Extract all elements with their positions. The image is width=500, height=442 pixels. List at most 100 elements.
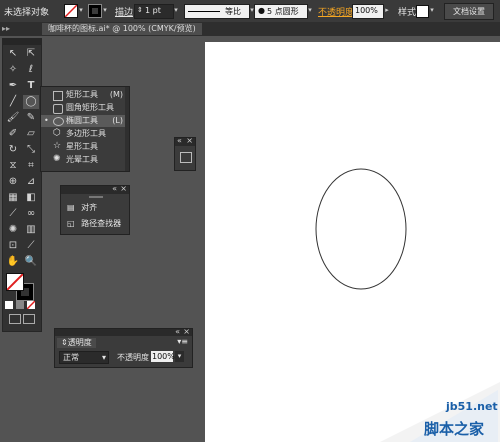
expand-icon[interactable]: « [177, 136, 182, 145]
opacity-field[interactable]: 100% [352, 4, 384, 19]
opacity-label: 不透明度 [117, 353, 149, 362]
screen-mode-icon[interactable] [23, 314, 35, 324]
collapse-icon[interactable]: « [175, 327, 180, 336]
shape-builder-tool-icon[interactable]: ⊕ [5, 175, 21, 189]
zoom-tool-icon[interactable]: 🔍 [23, 255, 39, 269]
width-tool-icon[interactable]: ⧖ [5, 159, 21, 173]
color-mode-button[interactable] [5, 301, 13, 309]
transparency-panel: « × ⇕透明度 ▾≡ 正常 ▾ 不透明度 100% ▾ [54, 327, 193, 368]
rectangle-icon [53, 91, 63, 101]
symbol-sprayer-tool-icon[interactable]: ✺ [5, 223, 21, 237]
transparency-panel-header[interactable]: « × [55, 327, 192, 336]
align-panel-item[interactable]: ▤ 对齐 [67, 202, 127, 214]
hand-tool-icon[interactable]: ✋ [5, 255, 21, 269]
stroke-swatch[interactable] [88, 4, 102, 18]
selection-tool-icon[interactable]: ↖ [5, 47, 21, 61]
magic-wand-tool-icon[interactable]: ✧ [5, 63, 21, 77]
tools-panel-header[interactable] [3, 39, 41, 45]
flyout-item-label: 椭圆工具 [66, 116, 98, 125]
watermark-url: jb51.net [446, 400, 498, 413]
paintbrush-tool-icon[interactable]: 🖌 [5, 111, 21, 125]
pencil-tool-icon[interactable]: ✎ [23, 111, 39, 125]
transparency-title: 透明度 [67, 338, 92, 347]
mesh-tool-icon[interactable]: ▦ [5, 191, 21, 205]
panel-collapse-icon[interactable]: ▸▸ [2, 24, 10, 33]
flyout-item-flare[interactable]: ✺ 光晕工具 [41, 154, 129, 166]
document-tab[interactable]: 咖啡杯的图标.ai* @ 100% (CMYK/预览) [42, 23, 202, 35]
close-icon[interactable]: × [120, 184, 127, 193]
slice-tool-icon[interactable]: ⟋ [23, 239, 39, 253]
panel-menu-icon[interactable]: ▾≡ [177, 337, 188, 346]
swatches-panel-icon[interactable] [180, 152, 192, 163]
type-tool-icon[interactable]: T [23, 79, 39, 93]
collapsed-panel-dock: « × [174, 136, 196, 171]
blend-tool-icon[interactable]: ∞ [23, 207, 39, 221]
flyout-item-rectangle[interactable]: 矩形工具 (M) [41, 89, 129, 101]
stroke-weight-dropdown-icon[interactable]: ▾ [172, 4, 180, 17]
ellipse-tool-icon[interactable]: ◯ [23, 95, 39, 109]
collapse-icon[interactable]: « [112, 184, 117, 193]
close-icon[interactable]: × [183, 327, 190, 336]
stroke-profile-select[interactable]: 等比 [184, 4, 250, 19]
panel-grip[interactable] [89, 196, 103, 198]
opacity-value: 100% [355, 6, 378, 15]
blob-brush-tool-icon[interactable]: ✐ [5, 127, 21, 141]
scale-tool-icon[interactable]: ⤡ [23, 143, 39, 157]
column-graph-tool-icon[interactable]: ▥ [23, 223, 39, 237]
eyedropper-tool-icon[interactable]: ⟋ [5, 207, 21, 221]
opacity-field[interactable]: 100% [151, 351, 175, 362]
stroke-profile-label: 等比 [225, 7, 241, 16]
none-mode-button[interactable] [27, 301, 35, 309]
flyout-item-star[interactable]: ☆ 星形工具 [41, 141, 129, 153]
flyout-tearoff-handle[interactable] [125, 87, 129, 171]
draw-mode-icon[interactable] [9, 314, 21, 324]
watermark-name: 脚本之家 [424, 420, 485, 438]
opacity-slider-toggle[interactable]: ▾ [175, 351, 184, 362]
chevron-down-icon: ▾ [101, 353, 106, 362]
flyout-item-ellipse[interactable]: • 椭圆工具 (L) [41, 115, 129, 127]
stroke-label[interactable]: 描边 [115, 5, 133, 18]
blend-mode-select[interactable]: 正常 ▾ [59, 351, 109, 364]
fill-color-box[interactable] [6, 273, 24, 291]
tab-arrows-icon: ⇕ [61, 338, 68, 347]
stroke-dropdown-icon[interactable]: ▾ [101, 4, 109, 17]
lasso-tool-icon[interactable]: ℓ [23, 63, 39, 77]
style-dropdown-icon[interactable]: ▾ [428, 4, 436, 17]
flyout-item-label: 圆角矩形工具 [66, 103, 114, 112]
document-settings-button[interactable]: 文档设置 [444, 3, 494, 20]
line-segment-tool-icon[interactable]: ╱ [5, 95, 21, 109]
flyout-item-shortcut: (M) [109, 90, 123, 99]
fill-swatch[interactable] [64, 4, 78, 18]
opacity-label[interactable]: 不透明度 [318, 5, 354, 18]
fill-dropdown-icon[interactable]: ▾ [77, 4, 85, 17]
align-label: 对齐 [81, 203, 98, 212]
selected-bullet-icon: • [44, 116, 49, 125]
rounded-rectangle-icon [53, 104, 63, 114]
brush-select[interactable]: ● 5 点圆形 [254, 4, 308, 19]
eraser-tool-icon[interactable]: ▱ [23, 127, 39, 141]
close-icon[interactable]: × [186, 136, 193, 145]
pathfinder-label: 路径查找器 [81, 219, 122, 228]
stepper-icon[interactable]: ⇕ [137, 6, 143, 14]
ellipse-shape[interactable] [315, 168, 407, 290]
align-panel-header[interactable]: « × [61, 184, 129, 194]
rotate-tool-icon[interactable]: ↻ [5, 143, 21, 157]
gradient-tool-icon[interactable]: ◧ [23, 191, 39, 205]
flyout-item-label: 多边形工具 [66, 129, 106, 138]
perspective-grid-tool-icon[interactable]: ⊿ [23, 175, 39, 189]
pathfinder-panel-item[interactable]: ◱ 路径查找器 [67, 218, 129, 230]
direct-selection-tool-icon[interactable]: ⇱ [23, 47, 39, 61]
free-transform-tool-icon[interactable]: ⌗ [23, 159, 39, 173]
collapsed-panel-header[interactable]: « × [175, 136, 195, 146]
gradient-mode-button[interactable] [16, 301, 24, 309]
flyout-item-rounded-rectangle[interactable]: 圆角矩形工具 [41, 102, 129, 114]
pen-tool-icon[interactable]: ✒ [5, 79, 21, 93]
stroke-weight-field[interactable]: ⇕ 1 pt [134, 4, 174, 19]
transparency-tab[interactable]: ⇕透明度 [57, 338, 96, 348]
opacity-dropdown-icon[interactable]: ▸ [383, 4, 391, 17]
style-label: 样式 [398, 8, 417, 18]
artboard-tool-icon[interactable]: ⊡ [5, 239, 21, 253]
flyout-item-polygon[interactable]: ⬡ 多边形工具 [41, 128, 129, 140]
brush-dropdown-icon[interactable]: ▾ [306, 4, 314, 17]
flyout-item-label: 星形工具 [66, 142, 98, 151]
